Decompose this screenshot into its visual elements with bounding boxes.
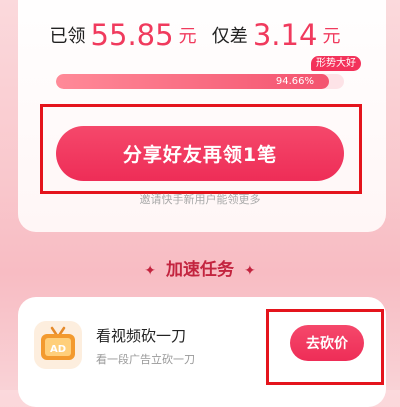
amount-summary: 已领 55.85 元 仅差 3.14 元	[0, 18, 400, 52]
received-unit: 元	[178, 26, 197, 47]
tv-ad-icon: AD	[41, 326, 75, 360]
received-amount: 55.85	[90, 18, 174, 52]
status-badge: 形势大好	[311, 56, 361, 71]
task-icon: AD	[34, 321, 82, 369]
task-title: 看视频砍一刀	[96, 327, 187, 345]
section-title-text: 加速任务	[166, 260, 234, 280]
gap-label: 仅差	[211, 26, 248, 47]
gap-unit: 元	[322, 26, 341, 47]
section-title: ✦ 加速任务 ✦	[0, 255, 400, 280]
received-label: 已领	[49, 26, 86, 47]
invite-tip: 邀请快手新用户能领更多	[139, 193, 261, 206]
gap-amount: 3.14	[252, 18, 318, 52]
highlight-frame-bargain	[266, 309, 384, 385]
highlight-frame-share	[40, 104, 362, 194]
task-subtitle: 看一段广告立砍一刀	[96, 353, 195, 366]
progress-percent: 94.66%	[275, 76, 314, 87]
sparkle-icon: ✦	[244, 263, 256, 279]
progress-bar: 94.66%	[56, 74, 344, 89]
tv-ad-icon-text: AD	[50, 344, 66, 355]
sparkle-icon: ✦	[144, 263, 156, 279]
